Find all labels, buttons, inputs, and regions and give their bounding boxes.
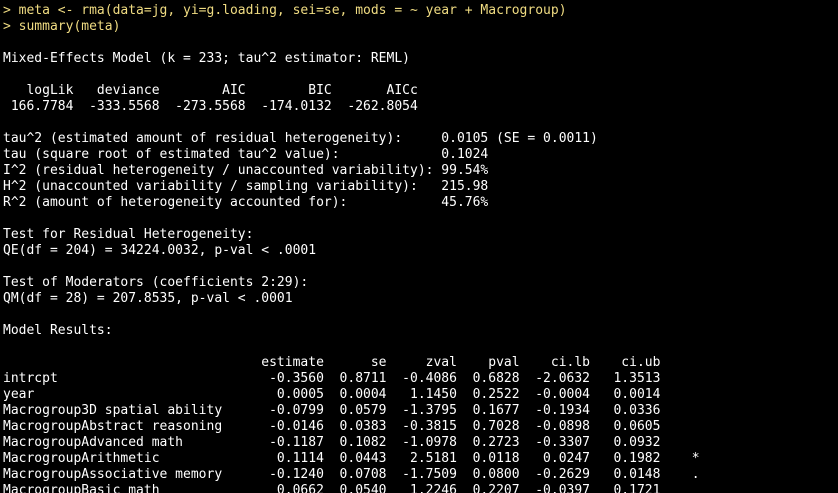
console-output-line: MacrogroupBasic math 0.0662 0.0540 1.224…	[3, 483, 661, 493]
console-output-line: tau (square root of estimated tau^2 valu…	[3, 147, 489, 162]
console-output-line: MacrogroupAssociative memory -0.1240 0.0…	[3, 467, 700, 482]
console-output-line: Model Results:	[3, 323, 113, 338]
console-output-line: estimate se zval pval ci.lb ci.ub	[3, 355, 661, 370]
console-output-line: Mixed-Effects Model (k = 233; tau^2 esti…	[3, 51, 410, 66]
console-output-line: MacrogroupAbstract reasoning -0.0146 0.0…	[3, 419, 661, 434]
r-console-output[interactable]: > meta <- rma(data=jg, yi=g.loading, sei…	[0, 0, 838, 493]
console-output-line: MacrogroupAdvanced math -0.1187 0.1082 -…	[3, 435, 661, 450]
console-output-line: logLik deviance AIC BIC AICc	[3, 83, 418, 98]
console-output-line: 166.7784 -333.5568 -273.5568 -174.0132 -…	[3, 99, 418, 114]
console-output-line: year 0.0005 0.0004 1.1450 0.2522 -0.0004…	[3, 387, 661, 402]
console-output-line: intrcpt -0.3560 0.8711 -0.4086 0.6828 -2…	[3, 371, 661, 386]
console-output-line: Test of Moderators (coefficients 2:29):	[3, 275, 309, 290]
console-output-line: Test for Residual Heterogeneity:	[3, 227, 254, 242]
console-command-line: > summary(meta)	[3, 19, 121, 34]
console-output-line: QM(df = 28) = 207.8535, p-val < .0001	[3, 291, 293, 306]
console-output-line: QE(df = 204) = 34224.0032, p-val < .0001	[3, 243, 317, 258]
console-output-line: I^2 (residual heterogeneity / unaccounte…	[3, 163, 489, 178]
console-output-line: H^2 (unaccounted variability / sampling …	[3, 179, 489, 194]
console-output-line: R^2 (amount of heterogeneity accounted f…	[3, 195, 489, 210]
console-output-line: tau^2 (estimated amount of residual hete…	[3, 131, 598, 146]
console-command-line: > meta <- rma(data=jg, yi=g.loading, sei…	[3, 3, 567, 18]
console-output-line: Macrogroup3D spatial ability -0.0799 0.0…	[3, 403, 661, 418]
console-output-line: MacrogroupArithmetic 0.1114 0.0443 2.518…	[3, 451, 700, 466]
